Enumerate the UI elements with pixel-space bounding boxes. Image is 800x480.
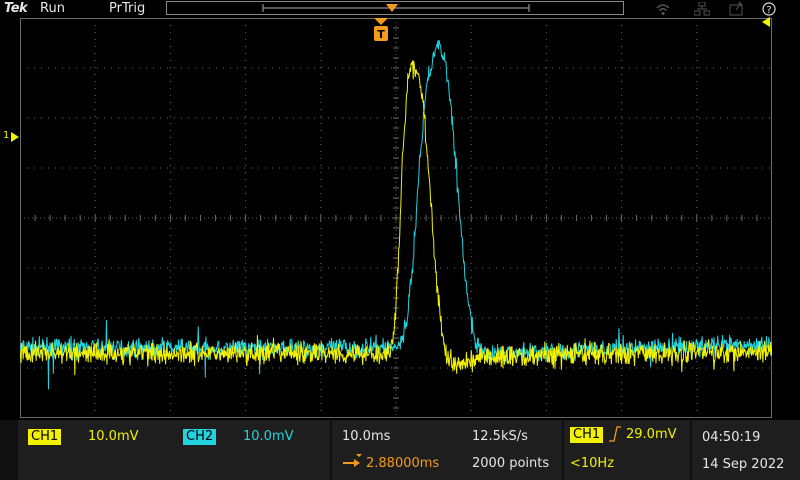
trigger-level: 29.0mV xyxy=(626,427,677,442)
svg-text:T: T xyxy=(377,28,385,41)
trigger-position-marker[interactable]: T xyxy=(372,18,390,44)
settings-bar: CH1 10.0mV CH2 10.0mV 10.0ms 12.5kS/s 2.… xyxy=(0,420,800,480)
horizontal-position-arrow-icon xyxy=(343,454,362,467)
rising-edge-icon xyxy=(609,426,621,442)
tek-logo: Tek xyxy=(4,1,28,16)
trigger-panel[interactable]: CH1 29.0mV <10Hz xyxy=(564,420,690,480)
trigger-state: PrTrig xyxy=(109,1,146,16)
help-icon[interactable]: ? xyxy=(762,2,776,16)
top-status-bar: Tek Run PrTrig ? xyxy=(0,0,800,18)
wifi-icon xyxy=(656,4,670,15)
trigger-frequency: <10Hz xyxy=(570,456,615,471)
ch2-label[interactable]: CH2 xyxy=(183,429,217,445)
ch2-scale[interactable]: 10.0mV xyxy=(243,429,294,444)
clock-time: 04:50:19 xyxy=(702,430,761,445)
usb-drive-icon xyxy=(729,2,743,16)
horizontal-position: 2.88000ms xyxy=(366,456,440,471)
network-icon xyxy=(694,2,710,16)
svg-text:?: ? xyxy=(766,5,771,16)
record-view-bar[interactable] xyxy=(166,1,624,15)
clock-date: 14 Sep 2022 xyxy=(702,457,785,472)
sample-rate: 12.5kS/s xyxy=(472,429,528,444)
ch1-offset-marker[interactable]: 1 xyxy=(3,130,21,144)
trigger-level-marker[interactable] xyxy=(760,16,772,28)
time-per-div: 10.0ms xyxy=(342,429,391,444)
trigger-source: CH1 xyxy=(570,427,604,443)
ch1-scale[interactable]: 10.0mV xyxy=(88,429,139,444)
waveform-display[interactable] xyxy=(20,18,772,418)
record-length: 2000 points xyxy=(472,456,550,471)
channel-panel: CH1 10.0mV CH2 10.0mV xyxy=(18,420,330,480)
horizontal-panel[interactable]: 10.0ms 12.5kS/s 2.88000ms 2000 points xyxy=(332,420,562,480)
ch1-label[interactable]: CH1 xyxy=(28,429,62,445)
clock-panel[interactable]: 04:50:19 14 Sep 2022 xyxy=(692,420,800,480)
acquisition-state[interactable]: Run xyxy=(40,1,65,16)
